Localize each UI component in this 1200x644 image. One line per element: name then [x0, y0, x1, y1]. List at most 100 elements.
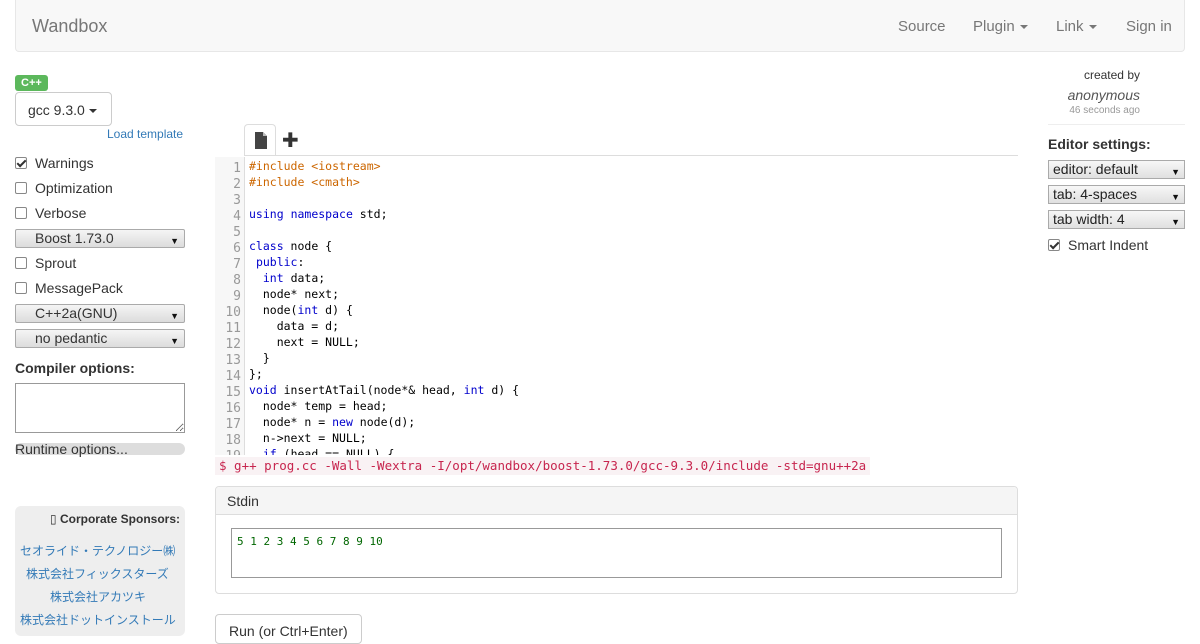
dropdown-arrow-icon: ▼ [170, 236, 179, 246]
verbose-label: Verbose [35, 205, 87, 221]
dropdown-arrow-icon: ▼ [170, 336, 179, 346]
code-line: void insertAtTail(node*& head, int d) { [249, 383, 520, 397]
chevron-down-icon [1088, 25, 1097, 30]
navbar: Wandbox Source Plugin Link Sign in [15, 0, 1185, 52]
tab-divider [244, 155, 1018, 156]
pedantic-select-value: no pedantic [35, 330, 108, 346]
sponsor-link[interactable]: 株式会社アカツキ [50, 588, 146, 605]
verbose-option[interactable]: Verbose [15, 204, 86, 222]
run-button[interactable]: Run (or Ctrl+Enter) [215, 614, 362, 644]
file-tab[interactable] [244, 124, 276, 156]
code-line: int data; [262, 271, 326, 285]
sponsor-link[interactable]: セオライド・テクノロジー㈱ [20, 542, 175, 559]
created-time: 46 seconds ago [1069, 105, 1140, 116]
code-line: n->next = NULL; [249, 431, 367, 445]
line-number: 10 [225, 305, 241, 320]
language-badge: C++ [15, 75, 48, 91]
warnings-label: Warnings [35, 155, 94, 171]
messagepack-label: MessagePack [35, 280, 123, 296]
smart-indent-label: Smart Indent [1068, 237, 1149, 253]
sponsors-panel: ▯ Corporate Sponsors: セオライド・テクノロジー㈱ 株式会社… [15, 506, 185, 636]
line-number: 11 [225, 321, 241, 336]
dropdown-arrow-icon: ▼ [1171, 167, 1180, 177]
file-icon [255, 132, 267, 149]
line-number: 13 [225, 353, 241, 368]
sponsor-link[interactable]: 株式会社フィックスターズ [26, 565, 169, 582]
compiler-select-label: gcc 9.3.0 [28, 102, 85, 118]
line-number: 17 [225, 417, 241, 432]
stdin-panel: Stdin 5 1 2 3 4 5 6 7 8 9 10 [215, 486, 1018, 594]
warnings-checkbox[interactable] [15, 157, 27, 169]
tab-mode-value: tab: 4-spaces [1053, 186, 1138, 202]
code-line: }; [249, 367, 263, 381]
code-line: node* temp = head; [249, 399, 388, 413]
dropdown-arrow-icon: ▼ [1171, 192, 1180, 202]
nav-link[interactable]: Link [1056, 18, 1097, 35]
code-line: #include <iostream> [249, 159, 381, 173]
load-template-link[interactable]: Load template [107, 127, 183, 141]
code-line: if (head == NULL) { [262, 447, 395, 455]
smart-indent-checkbox[interactable] [1048, 239, 1060, 251]
line-number: 8 [233, 273, 241, 288]
verbose-checkbox[interactable] [15, 207, 27, 219]
pedantic-select[interactable]: no pedantic ▼ [15, 329, 185, 348]
line-number: 15 [225, 385, 241, 400]
editor-mode-select[interactable]: editor: default ▼ [1048, 160, 1185, 179]
nav-plugin[interactable]: Plugin [973, 18, 1028, 35]
line-number: 4 [233, 209, 241, 224]
boost-select[interactable]: Boost 1.73.0 ▼ [15, 229, 185, 248]
tab-width-select[interactable]: tab width: 4 ▼ [1048, 210, 1185, 229]
stdin-textarea[interactable]: 5 1 2 3 4 5 6 7 8 9 10 [231, 528, 1002, 578]
nav-source[interactable]: Source [898, 18, 946, 35]
dropdown-arrow-icon: ▼ [1171, 217, 1180, 227]
messagepack-checkbox[interactable] [15, 282, 27, 294]
created-by-label: created by [1083, 68, 1140, 82]
warnings-option[interactable]: Warnings [15, 154, 94, 172]
code-line: using namespace std; [249, 207, 388, 221]
line-number: 5 [233, 225, 241, 240]
messagepack-option[interactable]: MessagePack [15, 279, 123, 297]
editor-mode-value: editor: default [1053, 161, 1138, 177]
compiler-options-textarea[interactable] [15, 383, 185, 433]
smart-indent-option[interactable]: Smart Indent [1048, 236, 1148, 254]
line-number: 1 [233, 161, 241, 176]
code-line: data = d; [249, 319, 340, 333]
runtime-options-toggle[interactable]: Runtime options... [15, 442, 185, 456]
nav-link-label: Link [1056, 18, 1084, 35]
optimization-option[interactable]: Optimization [15, 179, 113, 197]
std-select[interactable]: C++2a(GNU) ▼ [15, 304, 185, 323]
boost-select-value: Boost 1.73.0 [35, 230, 114, 246]
stdin-title: Stdin [216, 487, 1017, 515]
sponsor-link[interactable]: 株式会社ドットインストール [20, 611, 176, 628]
author-name: anonymous [1067, 87, 1140, 103]
line-number: 7 [233, 257, 241, 272]
tab-mode-select[interactable]: tab: 4-spaces ▼ [1048, 185, 1185, 204]
editor-settings-title: Editor settings: [1048, 136, 1151, 152]
code-line: node(int d) { [249, 303, 353, 317]
code-line: #include <cmath> [249, 175, 360, 189]
sprout-option[interactable]: Sprout [15, 254, 76, 272]
code-line: node* n = new node(d); [249, 415, 416, 429]
code-line: next = NULL; [249, 335, 360, 349]
add-file-icon[interactable]: ✚ [282, 128, 299, 153]
nav-signin[interactable]: Sign in [1126, 18, 1172, 35]
line-number: 16 [225, 401, 241, 416]
code-line: node* next; [249, 287, 340, 301]
line-number: 9 [233, 289, 241, 304]
line-number: 18 [225, 433, 241, 448]
sponsors-title: ▯ Corporate Sponsors: [50, 512, 180, 526]
compiler-select-button[interactable]: gcc 9.3.0 [15, 92, 112, 126]
code-line: } [249, 351, 270, 365]
nav-plugin-label: Plugin [973, 18, 1015, 35]
std-select-value: C++2a(GNU) [35, 305, 118, 321]
tab-width-value: tab width: 4 [1053, 211, 1125, 227]
sprout-label: Sprout [35, 255, 77, 271]
brand-logo[interactable]: Wandbox [32, 16, 107, 37]
code-line: class node { [249, 239, 333, 253]
sprout-checkbox[interactable] [15, 257, 27, 269]
chevron-down-icon [88, 109, 97, 114]
compile-command: $ g++ prog.cc -Wall -Wextra -I/opt/wandb… [215, 457, 871, 475]
optimization-label: Optimization [35, 180, 113, 196]
optimization-checkbox[interactable] [15, 182, 27, 194]
code-editor[interactable]: 1 2 3 4 5 6 7 8 9 10 11 12 13 14 15 16 1… [215, 157, 1018, 455]
